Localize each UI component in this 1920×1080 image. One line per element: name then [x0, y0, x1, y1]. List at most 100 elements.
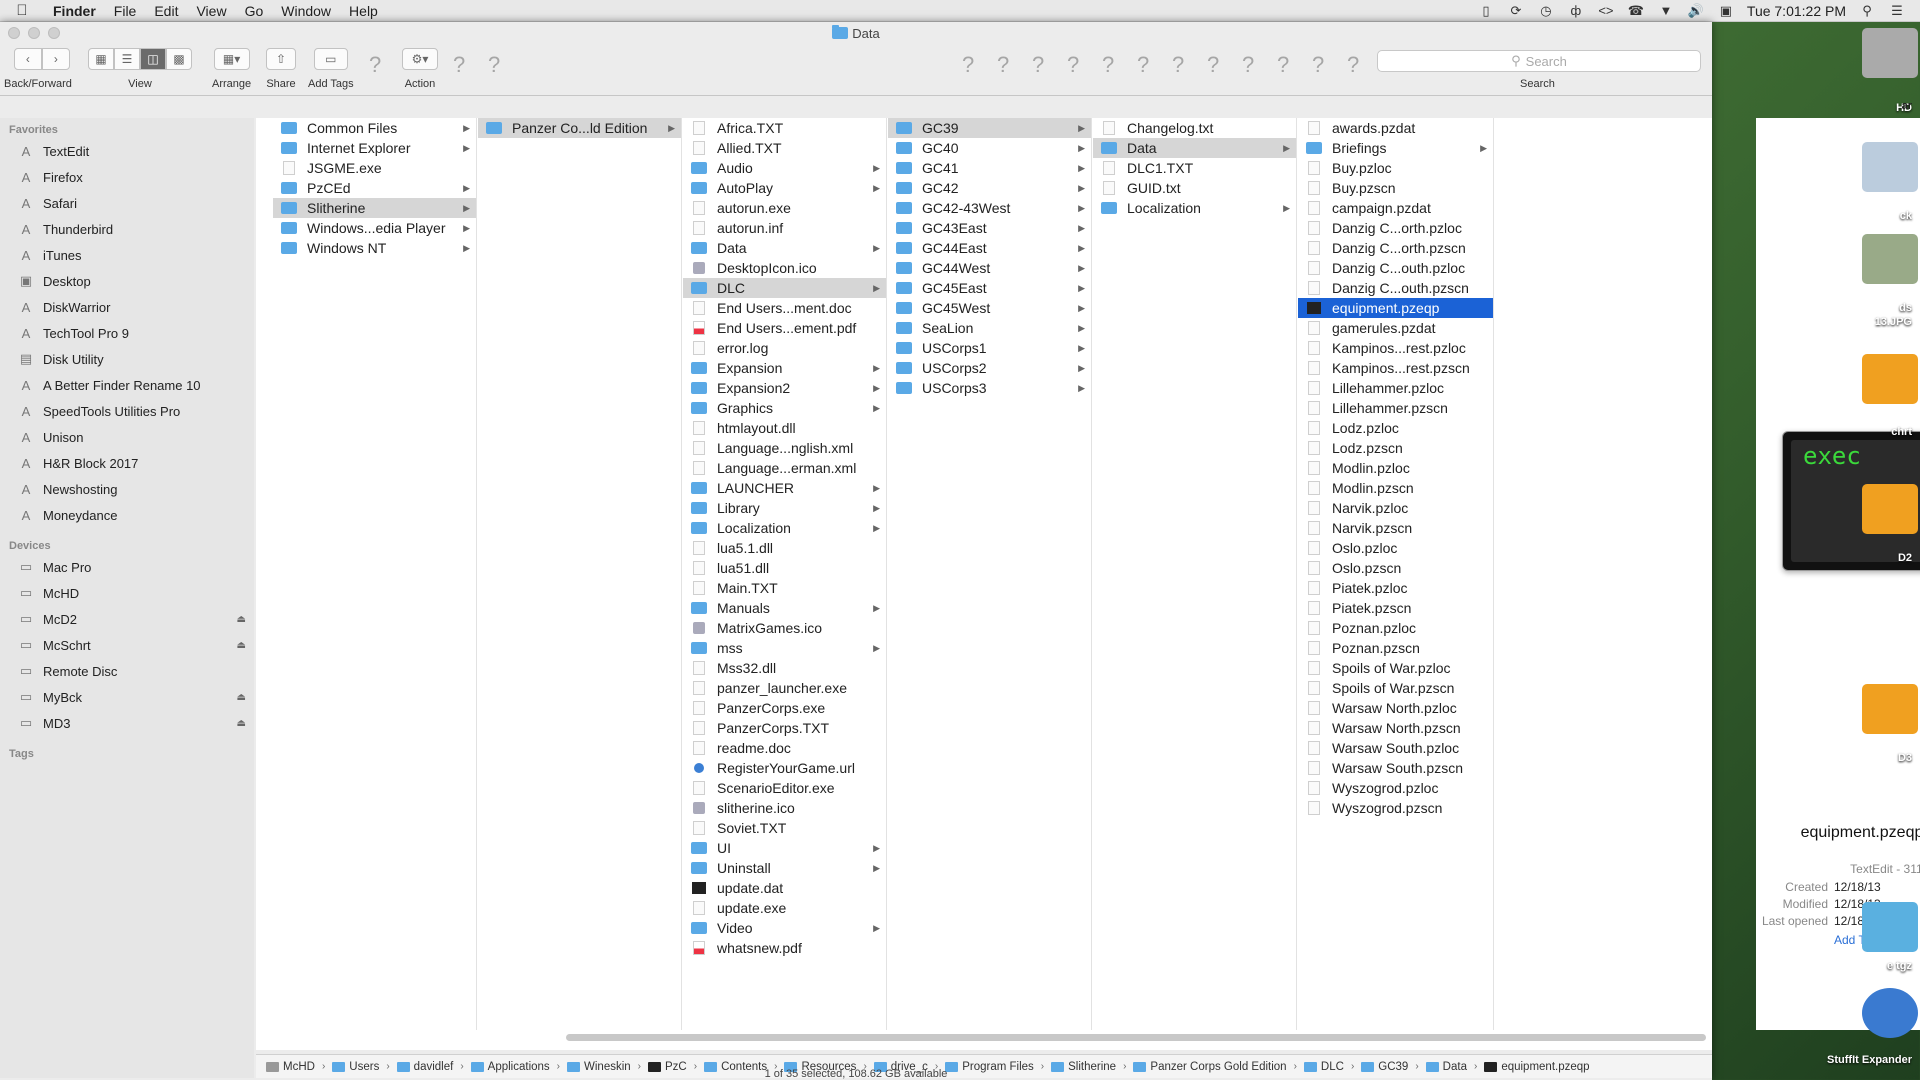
file-row[interactable]: Common Files ▶: [273, 118, 476, 138]
file-row[interactable]: Graphics ▶: [683, 398, 886, 418]
file-row[interactable]: equipment.pzeqp: [1298, 298, 1493, 318]
file-row[interactable]: Language...nglish.xml: [683, 438, 886, 458]
unknown-toolbar-icon[interactable]: ?: [1172, 52, 1184, 78]
file-row[interactable]: Briefings ▶: [1298, 138, 1493, 158]
file-row[interactable]: Spoils of War.pzscn: [1298, 678, 1493, 698]
file-row[interactable]: Piatek.pzscn: [1298, 598, 1493, 618]
file-row[interactable]: Soviet.TXT: [683, 818, 886, 838]
file-row[interactable]: AutoPlay ▶: [683, 178, 886, 198]
sidebar-item[interactable]: A A Better Finder Rename 10: [0, 372, 254, 398]
notification-center-icon[interactable]: ☰: [1888, 3, 1906, 18]
volume-icon[interactable]: 🔊: [1687, 3, 1705, 18]
path-segment[interactable]: Users: [332, 1061, 379, 1073]
file-row[interactable]: awards.pzdat: [1298, 118, 1493, 138]
desktop-label[interactable]: ds: [1899, 302, 1912, 314]
file-row[interactable]: update.dat: [683, 878, 886, 898]
unknown-toolbar-icon[interactable]: ?: [1067, 52, 1079, 78]
file-row[interactable]: Oslo.pzscn: [1298, 558, 1493, 578]
path-segment[interactable]: Panzer Corps Gold Edition: [1133, 1061, 1287, 1073]
file-row[interactable]: Warsaw North.pzloc: [1298, 698, 1493, 718]
desktop-label[interactable]: 13.JPG: [1875, 316, 1912, 328]
spotlight-icon[interactable]: ⚲: [1858, 3, 1876, 18]
file-row[interactable]: USCorps2 ▶: [888, 358, 1091, 378]
path-segment[interactable]: GC39: [1361, 1061, 1408, 1073]
minimize-button[interactable]: [28, 27, 40, 39]
cover-flow-button[interactable]: ▩: [166, 48, 192, 70]
file-row[interactable]: gamerules.pzdat: [1298, 318, 1493, 338]
action-button[interactable]: ⚙▾: [402, 48, 438, 70]
sidebar-device[interactable]: ▭ Remote Disc: [0, 658, 254, 684]
file-row[interactable]: ScenarioEditor.exe: [683, 778, 886, 798]
path-segment[interactable]: DLC: [1303, 1061, 1344, 1073]
sync-icon[interactable]: ⟳: [1507, 3, 1525, 18]
path-segment[interactable]: Applications: [470, 1061, 550, 1073]
file-row[interactable]: Danzig C...orth.pzloc: [1298, 218, 1493, 238]
file-row[interactable]: autorun.exe: [683, 198, 886, 218]
eject-icon[interactable]: ⏏: [237, 614, 246, 625]
file-row[interactable]: PanzerCorps.TXT: [683, 718, 886, 738]
eject-icon[interactable]: ⏏: [237, 640, 246, 651]
path-segment[interactable]: drive_c: [873, 1061, 928, 1073]
sidebar-item[interactable]: A TextEdit: [0, 138, 254, 164]
file-row[interactable]: End Users...ement.pdf: [683, 318, 886, 338]
file-row[interactable]: GC41 ▶: [888, 158, 1091, 178]
path-segment[interactable]: davidlef: [396, 1061, 453, 1073]
arrange-button[interactable]: ▦▾: [213, 48, 250, 70]
file-row[interactable]: Danzig C...outh.pzloc: [1298, 258, 1493, 278]
unknown-toolbar-icon[interactable]: ?: [1312, 52, 1324, 78]
file-row[interactable]: Piatek.pzloc: [1298, 578, 1493, 598]
file-row[interactable]: readme.doc: [683, 738, 886, 758]
add-tags-button[interactable]: ▭: [313, 48, 348, 70]
file-row[interactable]: htmlayout.dll: [683, 418, 886, 438]
file-row[interactable]: Data ▶: [1093, 138, 1296, 158]
file-row[interactable]: Video ▶: [683, 918, 886, 938]
file-row[interactable]: Modlin.pzloc: [1298, 458, 1493, 478]
time-machine-icon[interactable]: ◷: [1537, 3, 1555, 18]
file-row[interactable]: GC45East ▶: [888, 278, 1091, 298]
file-row[interactable]: Wyszogrod.pzloc: [1298, 778, 1493, 798]
back-button[interactable]: ‹: [13, 48, 42, 70]
file-row[interactable]: DesktopIcon.ico: [683, 258, 886, 278]
column-view-button[interactable]: ◫: [140, 48, 166, 70]
file-row[interactable]: Poznan.pzloc: [1298, 618, 1493, 638]
apple-menu-icon[interactable]: : [0, 2, 44, 19]
file-row[interactable]: Expansion2 ▶: [683, 378, 886, 398]
file-row[interactable]: Localization ▶: [683, 518, 886, 538]
unknown-toolbar-icon[interactable]: ?: [1032, 52, 1044, 78]
file-row[interactable]: Buy.pzloc: [1298, 158, 1493, 178]
path-segment[interactable]: Slitherine: [1051, 1061, 1116, 1073]
sidebar-item[interactable]: A Moneydance: [0, 502, 254, 528]
menu-finder[interactable]: Finder: [44, 3, 105, 19]
path-segment[interactable]: Program Files: [945, 1061, 1034, 1073]
disk-icon[interactable]: [1862, 142, 1918, 192]
menu-view[interactable]: View: [187, 3, 235, 19]
file-row[interactable]: GC39 ▶: [888, 118, 1091, 138]
clock[interactable]: Tue 7:01:22 PM: [1747, 3, 1846, 19]
file-row[interactable]: Warsaw South.pzscn: [1298, 758, 1493, 778]
file-row[interactable]: Lillehammer.pzscn: [1298, 398, 1493, 418]
file-row[interactable]: Allied.TXT: [683, 138, 886, 158]
file-row[interactable]: GC44East ▶: [888, 238, 1091, 258]
file-row[interactable]: USCorps1 ▶: [888, 338, 1091, 358]
unknown-toolbar-icon[interactable]: ?: [488, 52, 500, 78]
file-row[interactable]: Slitherine ▶: [273, 198, 476, 218]
sidebar-item[interactable]: AiTunes: [0, 242, 254, 268]
unknown-toolbar-icon[interactable]: ?: [1347, 52, 1359, 78]
path-segment[interactable]: Data: [1425, 1061, 1467, 1073]
file-row[interactable]: Audio ▶: [683, 158, 886, 178]
sidebar-device[interactable]: ▭ McHD: [0, 580, 254, 606]
file-row[interactable]: GC45West ▶: [888, 298, 1091, 318]
horizontal-scrollbar[interactable]: [566, 1034, 1706, 1041]
file-row[interactable]: Warsaw North.pzscn: [1298, 718, 1493, 738]
file-row[interactable]: Danzig C...orth.pzscn: [1298, 238, 1493, 258]
file-row[interactable]: Narvik.pzscn: [1298, 518, 1493, 538]
file-row[interactable]: Localization ▶: [1093, 198, 1296, 218]
sidebar-item[interactable]: A DiskWarrior: [0, 294, 254, 320]
file-row[interactable]: UI ▶: [683, 838, 886, 858]
file-row[interactable]: GC40 ▶: [888, 138, 1091, 158]
file-row[interactable]: PzCEd ▶: [273, 178, 476, 198]
desktop-label[interactable]: chrt: [1891, 426, 1912, 438]
file-row[interactable]: Internet Explorer ▶: [273, 138, 476, 158]
search-field[interactable]: ⚲ Search: [1377, 50, 1701, 72]
file-row[interactable]: PanzerCorps.exe: [683, 698, 886, 718]
